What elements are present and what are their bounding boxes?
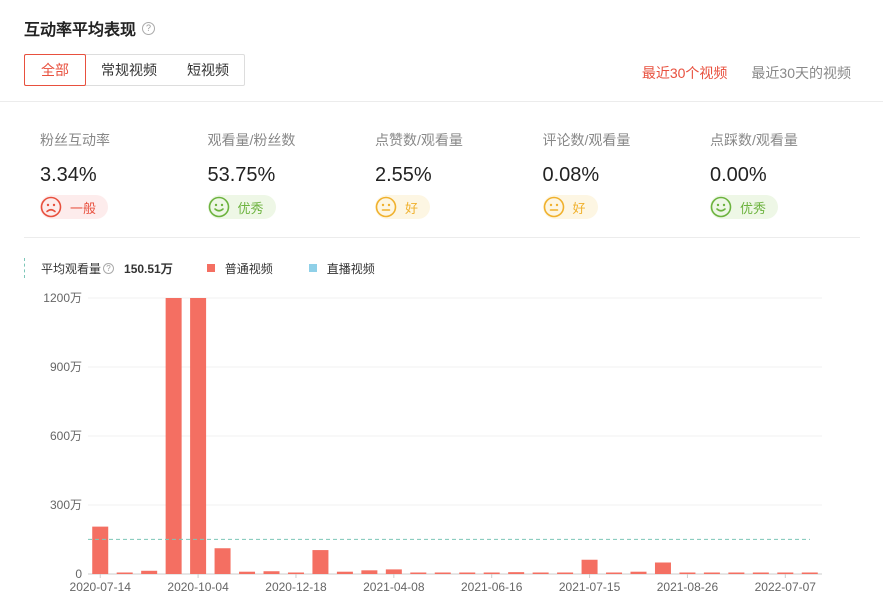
bar-1 <box>116 572 133 574</box>
bar-22 <box>630 571 647 574</box>
y-tick-label: 900万 <box>50 360 82 374</box>
bar-10 <box>336 571 353 574</box>
bar-4 <box>190 298 207 574</box>
y-tick-label: 1200万 <box>43 291 82 305</box>
x-tick-label: 2021-06-16 <box>461 580 523 594</box>
bar-27 <box>752 572 769 574</box>
y-tick-label: 300万 <box>50 498 82 512</box>
bar-12 <box>385 569 402 574</box>
x-tick-label: 2020-07-14 <box>70 580 132 594</box>
x-tick-label: 2021-07-15 <box>559 580 621 594</box>
x-tick-label: 2020-12-18 <box>265 580 327 594</box>
bar-24 <box>679 572 696 574</box>
y-tick-label: 0 <box>75 567 82 581</box>
bar-23 <box>654 562 671 574</box>
bar-5 <box>214 548 231 574</box>
bar-0 <box>92 526 109 574</box>
bar-25 <box>703 572 720 574</box>
bar-3 <box>165 298 182 574</box>
bar-20 <box>581 559 598 574</box>
bar-9 <box>312 550 329 574</box>
x-tick-label: 2020-10-04 <box>167 580 229 594</box>
bar-28 <box>777 572 794 574</box>
x-tick-label: 2021-04-08 <box>363 580 425 594</box>
bar-18 <box>532 572 549 574</box>
bar-19 <box>557 572 574 574</box>
views-bar-chart: 0 300万 600万 900万 1200万 2020-07-14 2020-10-04 20… <box>43 291 822 594</box>
x-tick-label: 2021-08-26 <box>657 580 719 594</box>
bar-26 <box>728 572 745 574</box>
bar-13 <box>410 572 427 574</box>
bar-11 <box>361 570 378 574</box>
bar-15 <box>459 572 476 574</box>
bar-7 <box>263 571 280 574</box>
x-tick-label: 2022-07-07 <box>755 580 817 594</box>
bar-8 <box>287 572 304 574</box>
bar-21 <box>606 572 623 574</box>
bar-6 <box>239 571 256 574</box>
bar-16 <box>483 572 500 574</box>
bar-2 <box>141 570 158 574</box>
bar-14 <box>434 572 451 574</box>
y-tick-label: 600万 <box>50 429 82 443</box>
bar-17 <box>508 572 525 574</box>
bar-29 <box>801 572 818 574</box>
